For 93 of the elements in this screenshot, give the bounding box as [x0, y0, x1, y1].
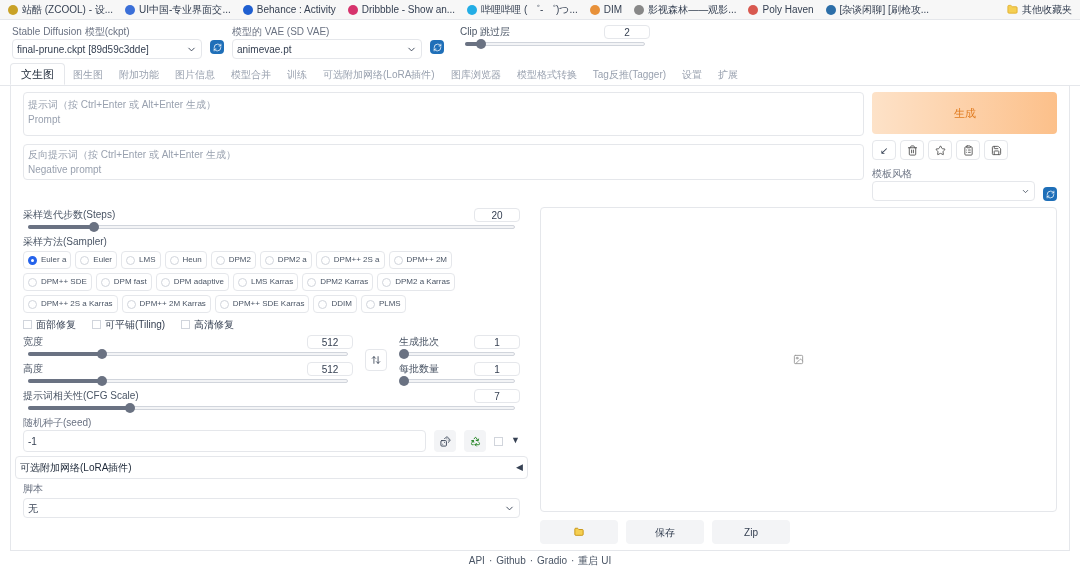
reuse-button[interactable] — [464, 430, 487, 452]
sampler-radio[interactable]: LMS Karras — [232, 273, 299, 291]
sampler-radio[interactable]: DPM2 Karras — [302, 273, 374, 291]
separator: · — [571, 553, 575, 568]
footer-link[interactable]: 重启 UI — [578, 552, 612, 568]
bookmark[interactable]: Poly Haven — [748, 2, 814, 17]
bookmark-folder[interactable]: 其他收藏夹 — [1007, 2, 1072, 17]
sampler-radio[interactable]: DPM++ 2S a Karras — [23, 295, 118, 313]
number-field[interactable]: 1 — [474, 335, 520, 349]
bookmark[interactable]: 哔哩哔哩 ( ゜- ゜)つ... — [467, 2, 578, 17]
dice-icon — [439, 435, 451, 447]
refresh-button[interactable] — [210, 40, 224, 54]
sampler-radio[interactable]: DPM2 a — [259, 251, 312, 269]
folder-icon — [1007, 4, 1018, 15]
sampler-radio[interactable]: Euler a — [23, 251, 72, 269]
swap-button[interactable] — [365, 349, 387, 371]
slider-label: 提示词相关性(CFG Scale) — [23, 389, 139, 403]
sampler-radio[interactable]: Euler — [75, 251, 118, 269]
tab[interactable]: 文生图 — [10, 63, 65, 85]
seed-label: 随机种子(seed) — [23, 416, 93, 430]
tool-button[interactable] — [928, 140, 952, 160]
sampler-label: 采样方法(Sampler) — [23, 235, 108, 249]
slider-label: 每批数量 — [399, 362, 439, 376]
bookmark[interactable]: 影视森林——观影... — [634, 2, 737, 17]
sampler-radio[interactable]: DPM2 — [210, 251, 256, 269]
tool-button[interactable] — [900, 140, 924, 160]
number-field[interactable]: 2 — [604, 25, 650, 39]
image-icon — [793, 354, 804, 365]
slider-label: 高度 — [23, 362, 43, 376]
model-select[interactable]: final-prune.ckpt [89d59c3dde] — [12, 39, 202, 59]
save-icon — [990, 144, 1002, 156]
refresh-icon — [212, 42, 222, 52]
separator: · — [529, 553, 534, 568]
checkbox[interactable]: 高清修复 — [181, 317, 235, 332]
checkbox[interactable]: 可平铺(Tiling) — [92, 317, 166, 332]
clipboard-icon — [962, 144, 974, 156]
footer-link[interactable]: Github — [496, 552, 526, 568]
sampler-radio[interactable]: DPM++ 2S a — [315, 251, 385, 269]
sampler-radio[interactable]: DPM++ 2M — [388, 251, 453, 269]
tool-button[interactable] — [956, 140, 980, 160]
select-label: 脚本 — [23, 482, 44, 496]
bookmark[interactable]: Behance : Activity — [242, 2, 336, 17]
seed-field[interactable]: -1 — [23, 430, 427, 452]
sampler-radio[interactable]: DPM2 a Karras — [377, 273, 455, 291]
sampler-radio[interactable]: Heun — [164, 251, 207, 269]
footer-link[interactable]: API — [468, 552, 485, 568]
bookmark[interactable]: Dribbble - Show an... — [347, 2, 456, 17]
refresh-button[interactable] — [430, 40, 444, 54]
bookmark[interactable]: DIM — [589, 2, 623, 17]
refresh-button[interactable] — [1043, 187, 1057, 201]
number-field[interactable]: 20 — [474, 208, 520, 222]
select-label: Stable Diffusion 模型(ckpt) — [12, 25, 131, 39]
random-button[interactable] — [434, 430, 457, 452]
refresh-icon — [1045, 189, 1055, 199]
number-field[interactable]: 512 — [307, 335, 353, 349]
sampler-radio[interactable]: DPM++ 2M Karras — [121, 295, 211, 313]
script-select[interactable]: 无 — [23, 498, 520, 518]
swap-icon — [371, 355, 381, 365]
output-button[interactable]: 保存 — [626, 520, 704, 544]
number-field[interactable]: 7 — [474, 389, 520, 403]
sampler-radio[interactable]: LMS — [121, 251, 161, 269]
slider-label: 宽度 — [23, 335, 43, 349]
slider-label: 采样迭代步数(Steps) — [23, 208, 116, 222]
number-field[interactable]: 1 — [474, 362, 520, 376]
output-button[interactable]: Zip — [712, 520, 790, 544]
sampler-radio[interactable]: DPM++ SDE — [23, 273, 92, 291]
collapse-toggle[interactable]: ◀ — [516, 460, 523, 475]
trash-icon — [906, 144, 918, 156]
sampler-radio[interactable]: DDIM — [313, 295, 357, 313]
select-label: 模型的 VAE (SD VAE) — [232, 25, 331, 39]
footer-link[interactable]: Gradio — [537, 552, 568, 568]
expand-toggle[interactable]: ▼ — [511, 433, 520, 447]
slider-label: 生成批次 — [399, 335, 439, 349]
recycle-icon — [469, 435, 481, 447]
number-field[interactable]: 512 — [307, 362, 353, 376]
checkbox[interactable] — [494, 437, 504, 446]
slider-label: Clip 跳过层 — [460, 25, 510, 39]
sampler-radio[interactable]: DPM adaptive — [155, 273, 229, 291]
panel-title: 可选附加网络(LoRA插件) — [20, 461, 132, 475]
select-label: 模板风格 — [872, 167, 913, 181]
bookmark[interactable]: UI中国-专业界面交... — [125, 2, 231, 17]
vae-select[interactable]: animevae.pt — [232, 39, 422, 59]
sampler-radio[interactable]: DPM++ SDE Karras — [214, 295, 310, 313]
sampler-radio[interactable]: PLMS — [360, 295, 406, 313]
separator: · — [488, 553, 493, 568]
tool-button[interactable] — [984, 140, 1008, 160]
refresh-icon — [432, 42, 442, 52]
checkbox[interactable]: 面部修复 — [23, 317, 76, 332]
sampler-radio[interactable]: DPM fast — [95, 273, 152, 291]
bookmark[interactable]: 站酷 (ZCOOL) - 设... — [8, 2, 114, 17]
folder-icon — [574, 527, 584, 537]
paste-button[interactable]: ↙ — [872, 140, 896, 160]
bookmark[interactable]: [杂谈闲聊] [刷枪攻... — [825, 2, 930, 17]
